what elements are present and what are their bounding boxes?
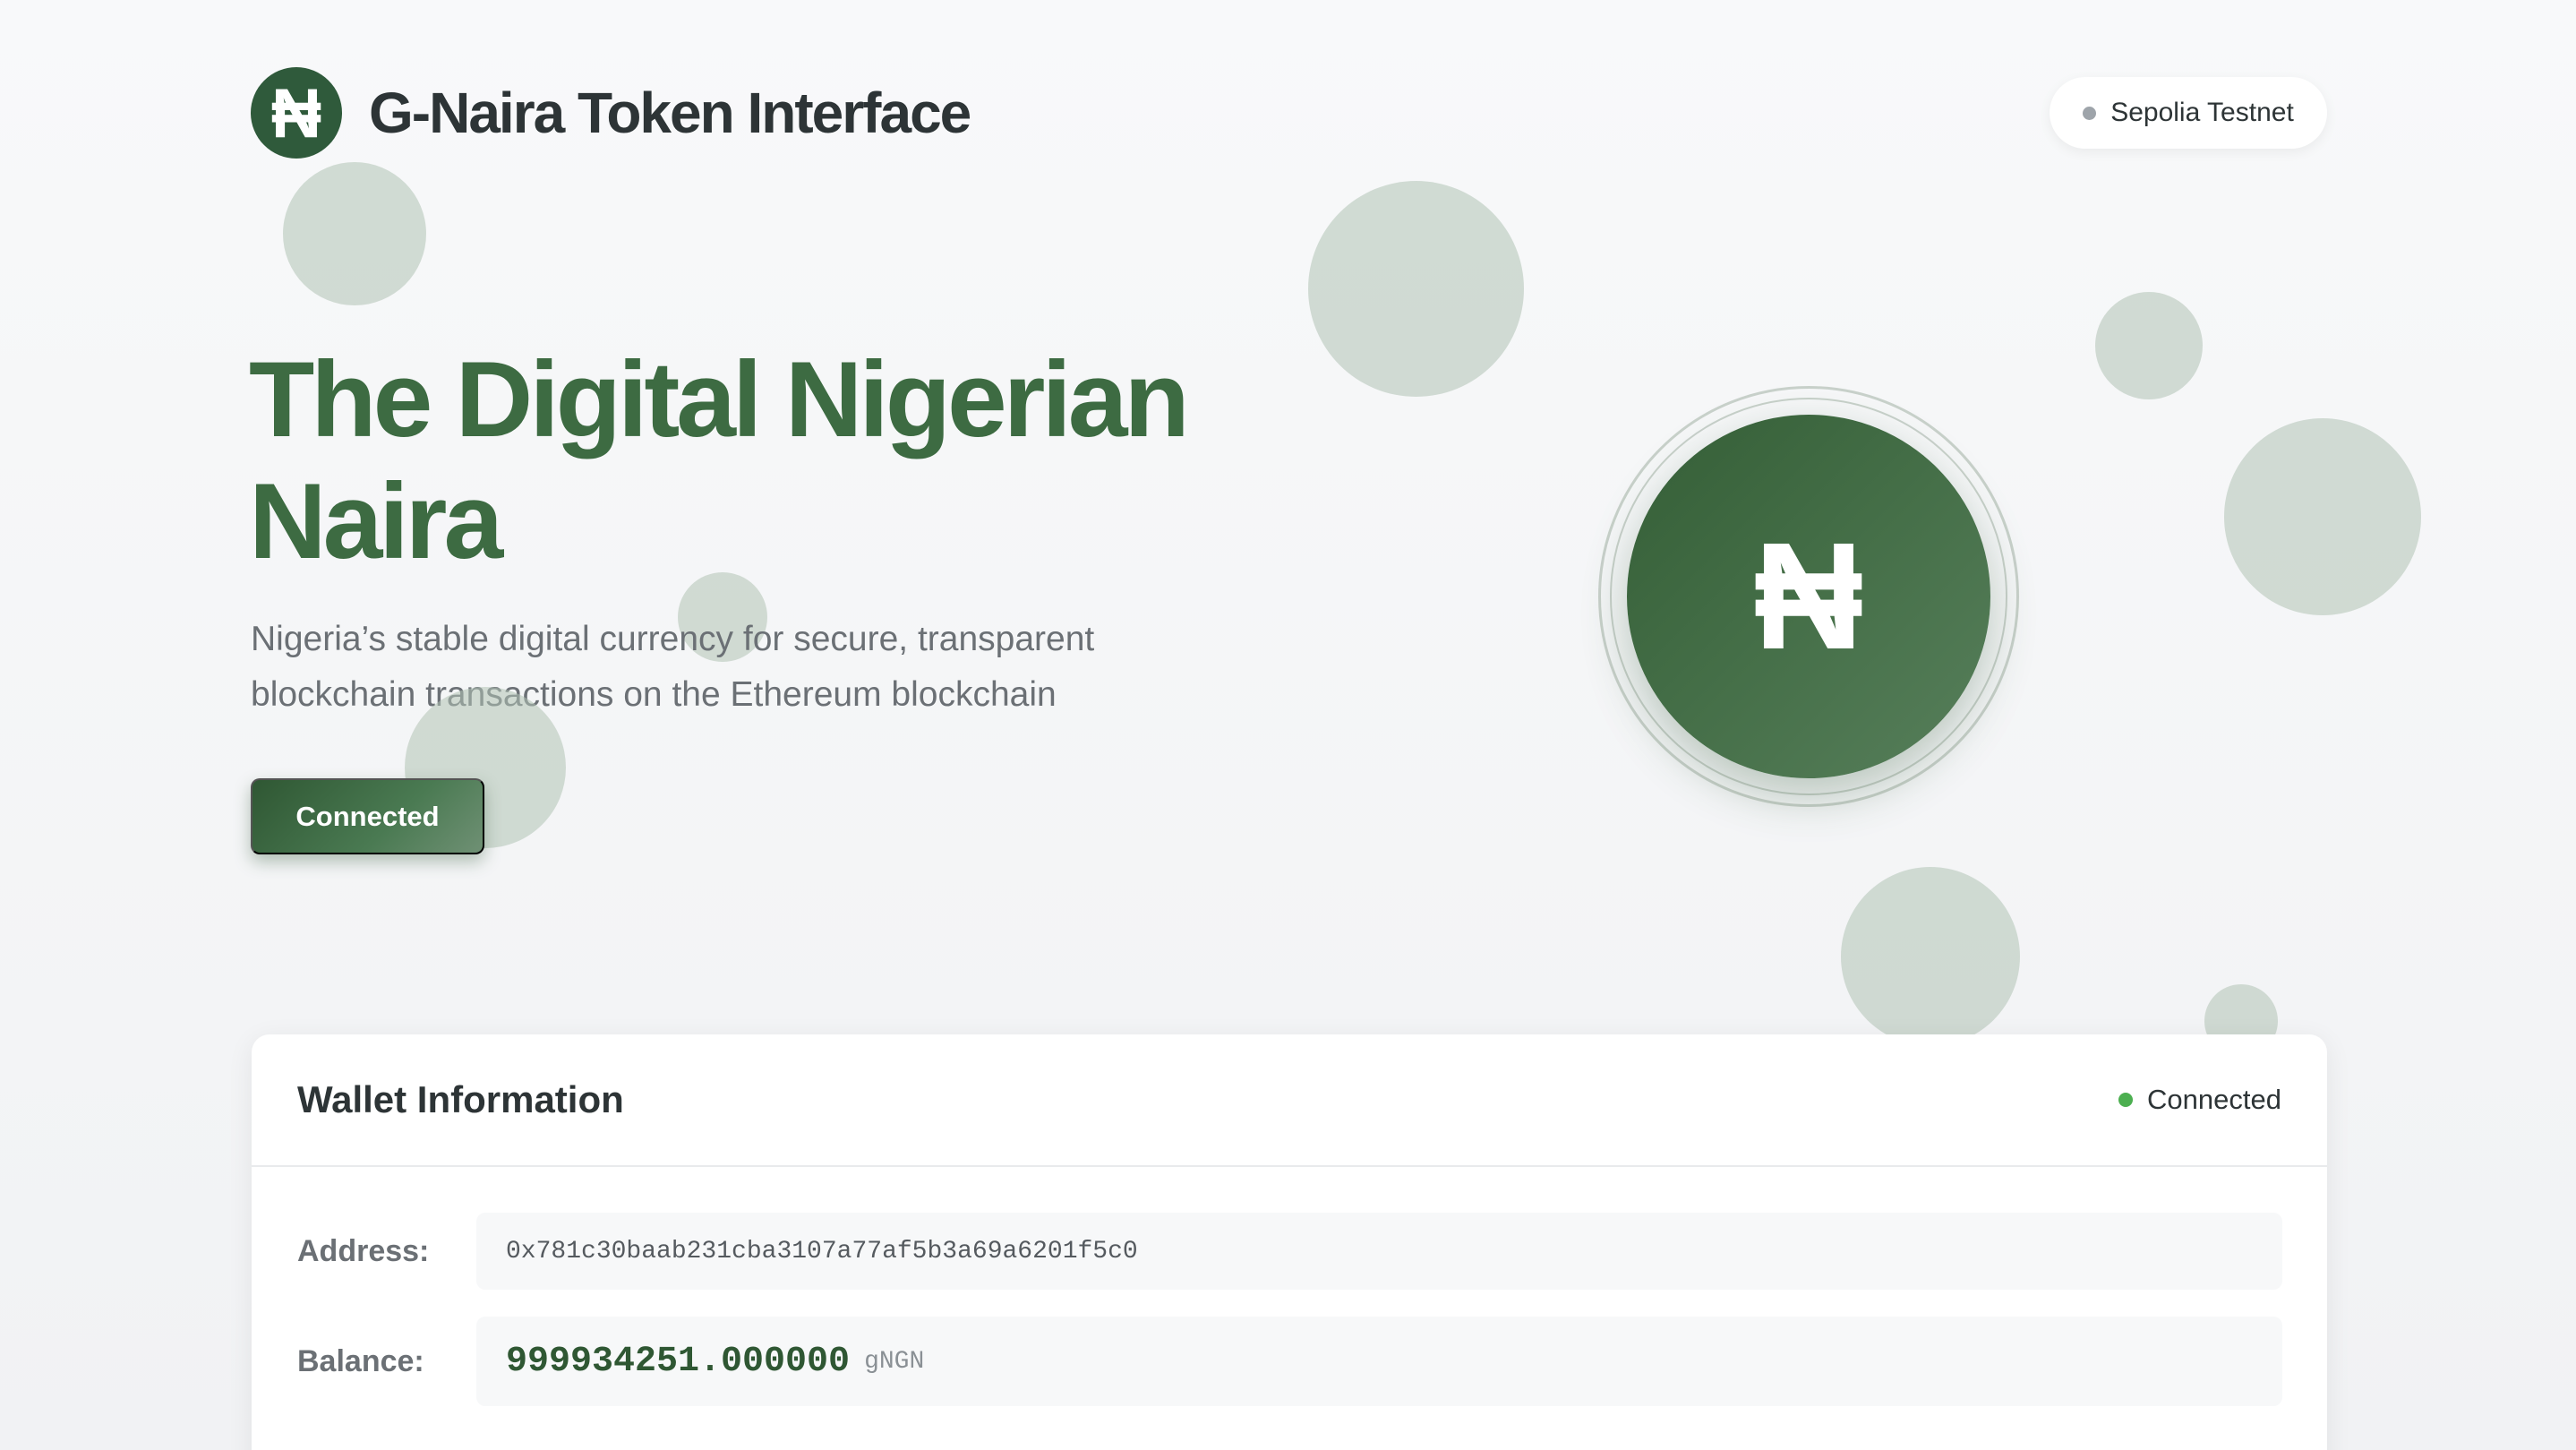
address-value[interactable]: 0x781c30baab231cba3107a77af5b3a69a6201f5…	[476, 1213, 2282, 1290]
wallet-card-title: Wallet Information	[297, 1078, 624, 1120]
naira-logo-icon: ₦	[251, 67, 342, 159]
wallet-status-label: Connected	[2147, 1084, 2281, 1115]
page: ₦ G-Naira Token Interface Sepolia Testne…	[0, 0, 2576, 1450]
balance-value: 999934251.000000	[506, 1341, 851, 1382]
address-label: Address:	[297, 1233, 430, 1268]
app-title: G-Naira Token Interface	[369, 81, 971, 145]
logo-symbol: ₦	[270, 73, 322, 152]
balance-row: Balance: 999934251.000000 gNGN	[297, 1317, 2282, 1406]
decorative-bubble	[283, 162, 426, 305]
hero-title-line1: The Digital Nigerian	[249, 339, 1190, 459]
wallet-card-header: Wallet Information Connected	[252, 1034, 2327, 1167]
balance-unit: gNGN	[864, 1347, 925, 1376]
balance-label: Balance:	[297, 1343, 424, 1378]
connect-wallet-button[interactable]: Connected	[251, 778, 484, 854]
decorative-bubble	[2224, 418, 2421, 615]
decorative-bubble	[1841, 867, 2020, 1046]
hero-subtitle-line1: Nigeria’s stable digital currency for se…	[251, 620, 1095, 658]
network-badge[interactable]: Sepolia Testnet	[2050, 77, 2327, 149]
hero-subtitle-line2: blockchain transactions on the Ethereum …	[251, 675, 1057, 714]
decorative-bubble	[2095, 292, 2203, 399]
naira-coin-icon: ₦	[1627, 415, 1990, 778]
app-header: ₦ G-Naira Token Interface	[251, 67, 971, 159]
hero-subtitle: Nigeria’s stable digital currency for se…	[251, 612, 1415, 723]
wallet-status: Connected	[2118, 1084, 2281, 1116]
balance-box: 999934251.000000 gNGN	[476, 1317, 2282, 1406]
coin-symbol: ₦	[1753, 511, 1864, 682]
address-row: Address: 0x781c30baab231cba3107a77af5b3a…	[297, 1213, 2282, 1290]
network-label: Sepolia Testnet	[2110, 98, 2294, 127]
hero-title-line2: Naira	[249, 461, 503, 581]
wallet-status-dot-icon	[2118, 1093, 2134, 1107]
wallet-info-card: Wallet Information Connected Address: 0x…	[252, 1034, 2327, 1450]
hero-title: The Digital Nigerian Naira	[249, 339, 1502, 582]
network-status-dot-icon	[2083, 106, 2097, 120]
